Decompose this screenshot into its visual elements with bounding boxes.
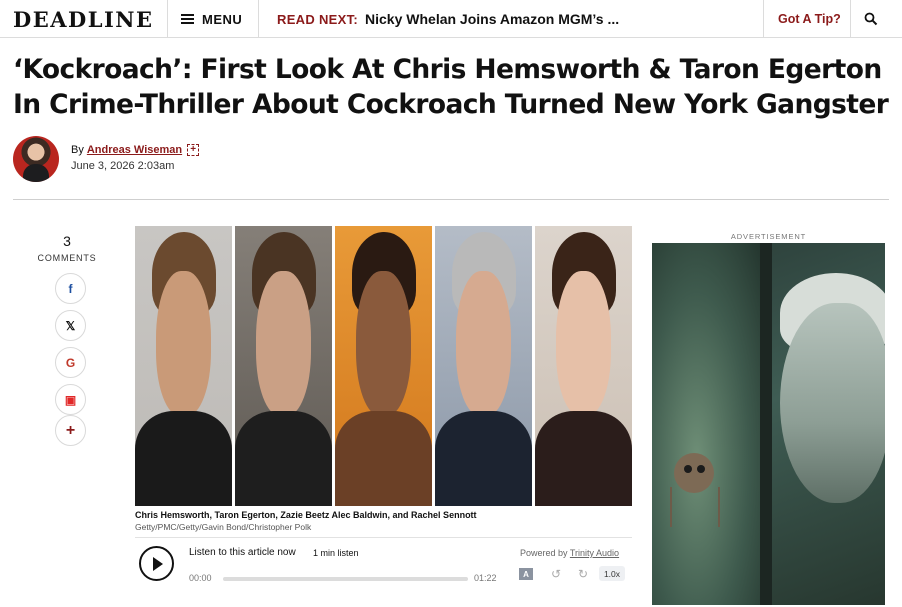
read-next-link[interactable]: READ NEXT: Nicky Whelan Joins Amazon MGM… (277, 0, 619, 38)
byline-divider (13, 199, 889, 200)
x-icon: 𝕏 (65, 318, 76, 333)
nav-divider (850, 0, 851, 38)
top-navigation-bar: DEADLINE MENU READ NEXT: Nicky Whelan Jo… (0, 0, 902, 38)
image-caption: Chris Hemsworth, Taron Egerton, Zazie Be… (135, 510, 477, 520)
current-time: 00:00 (189, 573, 212, 583)
flipboard-share-button[interactable]: ▣ (55, 384, 86, 415)
powered-by-label: Powered by (520, 548, 568, 558)
facebook-share-button[interactable]: f (55, 273, 86, 304)
read-next-title[interactable]: Nicky Whelan Joins Amazon MGM’s ... (365, 11, 619, 27)
cast-photo-panel (435, 226, 532, 506)
audio-progress-bar[interactable] (223, 577, 468, 581)
menu-label: MENU (202, 11, 243, 27)
image-credit: Getty/PMC/Getty/Gavin Bond/Christopher P… (135, 522, 312, 532)
cast-photo-panel (135, 226, 232, 506)
author-avatar[interactable] (13, 136, 59, 182)
byline: By Andreas Wiseman + (71, 144, 200, 156)
forward-icon[interactable]: ↻ (578, 567, 588, 581)
hamburger-icon (181, 14, 194, 24)
advertisement-banner[interactable] (652, 243, 885, 605)
listen-duration: 1 min listen (313, 548, 359, 558)
nav-divider (763, 0, 764, 38)
cast-photo-panel (335, 226, 432, 506)
article-headline: ‘Kockroach’: First Look At Chris Hemswor… (13, 54, 889, 120)
flipboard-icon: ▣ (64, 392, 77, 407)
listen-label: Listen to this article now (189, 547, 296, 558)
author-link[interactable]: Andreas Wiseman (87, 144, 182, 156)
advertisement-label: ADVERTISEMENT (730, 232, 807, 241)
google-share-button[interactable]: G (55, 347, 86, 378)
follow-author-icon[interactable]: + (187, 144, 200, 156)
total-time: 01:22 (474, 573, 497, 583)
comments-label: COMMENTS (37, 253, 97, 263)
read-next-label: READ NEXT: (277, 11, 359, 27)
byline-prefix: By (71, 144, 84, 156)
facebook-icon: f (68, 281, 73, 296)
comment-count[interactable]: 3 (37, 233, 97, 249)
translate-icon[interactable]: A (519, 568, 533, 580)
nav-divider (167, 0, 168, 38)
rewind-icon[interactable]: ↺ (551, 567, 561, 581)
cast-photo-panel (535, 226, 632, 506)
more-share-button[interactable]: + (55, 415, 86, 446)
trinity-audio-link[interactable]: Trinity Audio (570, 548, 619, 558)
playback-speed-button[interactable]: 1.0x (599, 566, 625, 581)
play-button[interactable] (139, 546, 174, 581)
got-a-tip-link[interactable]: Got A Tip? (778, 0, 841, 38)
audio-player: Listen to this article now 1 min listen … (135, 537, 632, 597)
google-icon: G (65, 355, 76, 370)
powered-by: Powered by Trinity Audio (520, 548, 619, 558)
x-share-button[interactable]: 𝕏 (55, 310, 86, 341)
cast-photo-collage[interactable] (135, 226, 632, 506)
site-logo[interactable]: DEADLINE (13, 7, 154, 32)
search-icon[interactable] (864, 12, 878, 26)
play-icon (153, 556, 163, 571)
nav-divider (258, 0, 259, 38)
menu-button[interactable]: MENU (181, 0, 242, 38)
more-icon: + (65, 421, 76, 439)
publish-date: June 3, 2026 2:03am (71, 160, 175, 172)
cast-photo-panel (235, 226, 332, 506)
